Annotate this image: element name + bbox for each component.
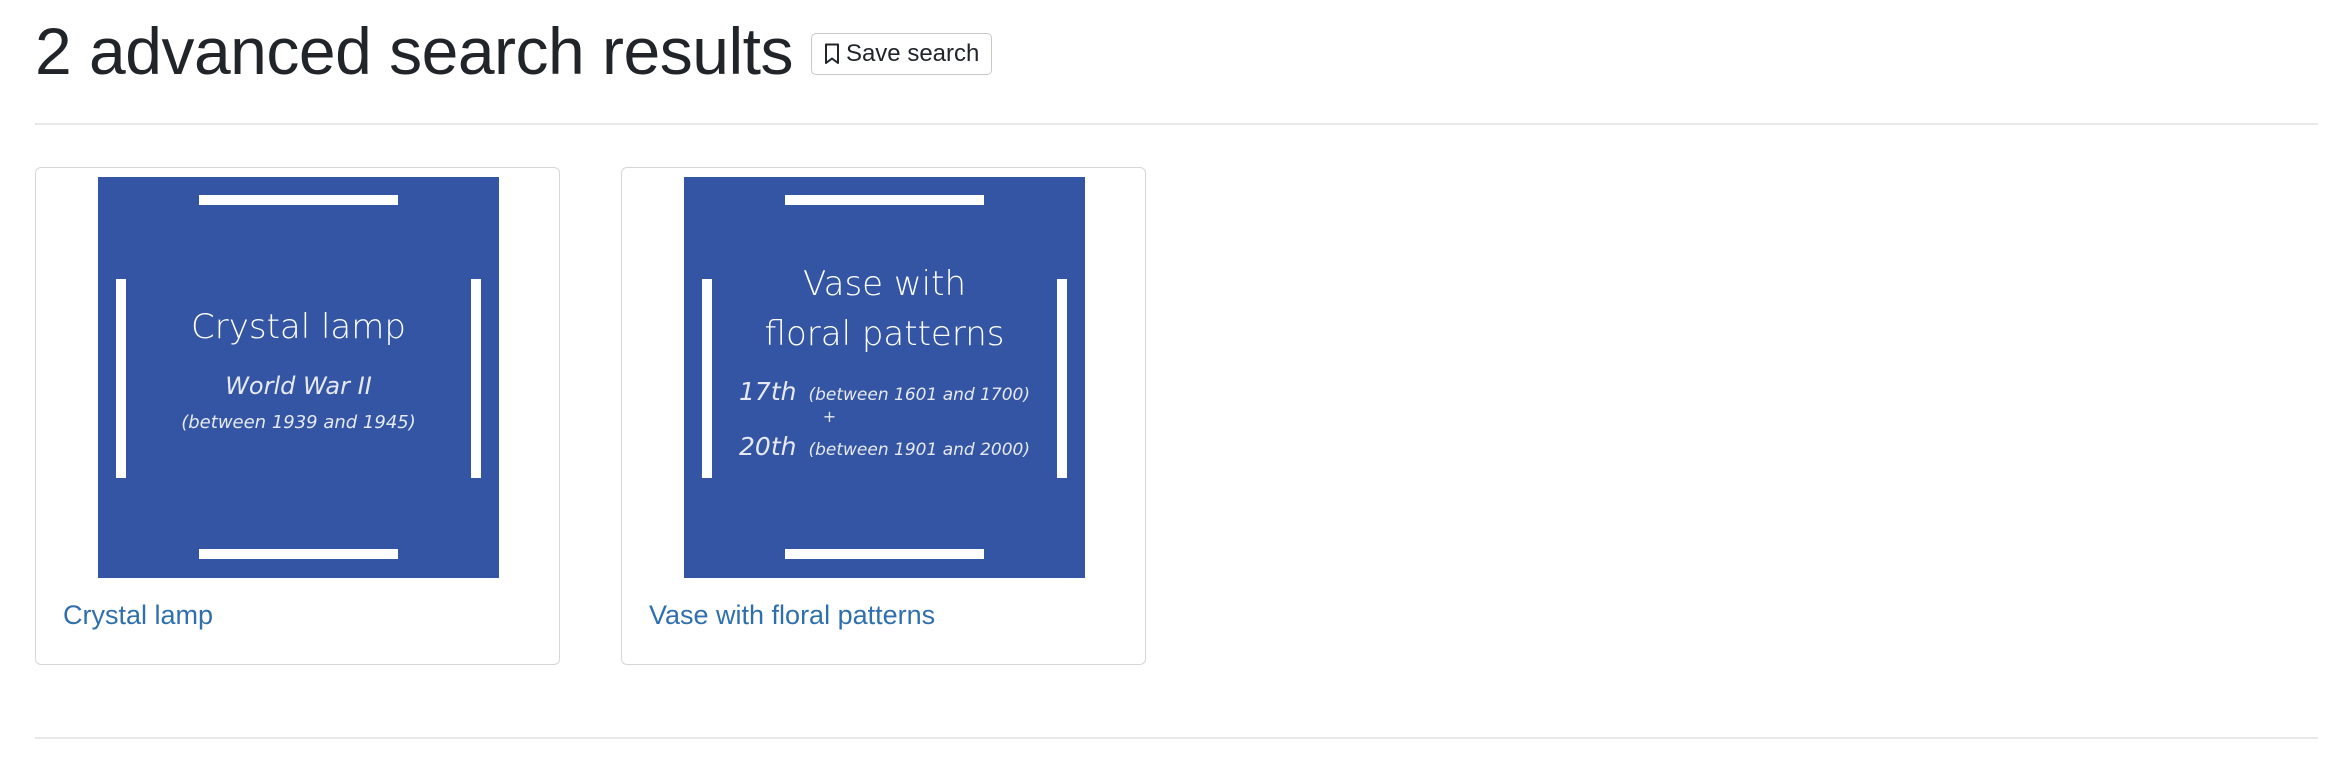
thumbnail-title: Crystal lamp [191, 307, 406, 347]
page-title: 2 advanced search results [35, 14, 793, 88]
search-results-page: 2 advanced search results Save search Cr… [0, 0, 2348, 760]
divider [35, 123, 2318, 125]
bookmark-icon [824, 43, 839, 64]
century-row-1: 17th (between 1601 and 1700) [684, 377, 1085, 406]
thumbnail-era: World War II [225, 372, 372, 400]
thumbnail-title-line1: Vase with [802, 264, 967, 304]
result-link-crystal-lamp[interactable]: Crystal lamp [63, 600, 213, 631]
divider [35, 737, 2318, 739]
thumbnail-date-range: (between 1939 and 1945) [181, 412, 416, 433]
result-link-vase-floral-patterns[interactable]: Vase with floral patterns [649, 600, 935, 631]
result-card: Vase with floral patterns 17th (between … [621, 167, 1146, 665]
frame-bar [199, 195, 398, 205]
century-range: (between 1901 and 2000) [808, 440, 1030, 460]
save-search-label: Save search [845, 40, 980, 67]
frame-bar [785, 549, 984, 559]
frame-bar [199, 549, 398, 559]
result-thumbnail[interactable]: Vase with floral patterns 17th (between … [684, 177, 1085, 578]
plus-sign: + [822, 407, 837, 426]
century-row-2: 20th (between 1901 and 2000) [684, 432, 1085, 461]
save-search-button[interactable]: Save search [810, 33, 993, 75]
century-label: 17th [739, 377, 797, 406]
results-grid: Crystal lamp World War II (between 1939 … [35, 167, 1146, 665]
frame-bar [785, 195, 984, 205]
results-header: 2 advanced search results Save search [35, 12, 993, 90]
thumbnail-title-line2: floral patterns [764, 314, 1005, 354]
result-card: Crystal lamp World War II (between 1939 … [35, 167, 560, 665]
century-label: 20th [739, 432, 797, 461]
century-range: (between 1601 and 1700) [808, 385, 1030, 405]
result-thumbnail[interactable]: Crystal lamp World War II (between 1939 … [98, 177, 499, 578]
